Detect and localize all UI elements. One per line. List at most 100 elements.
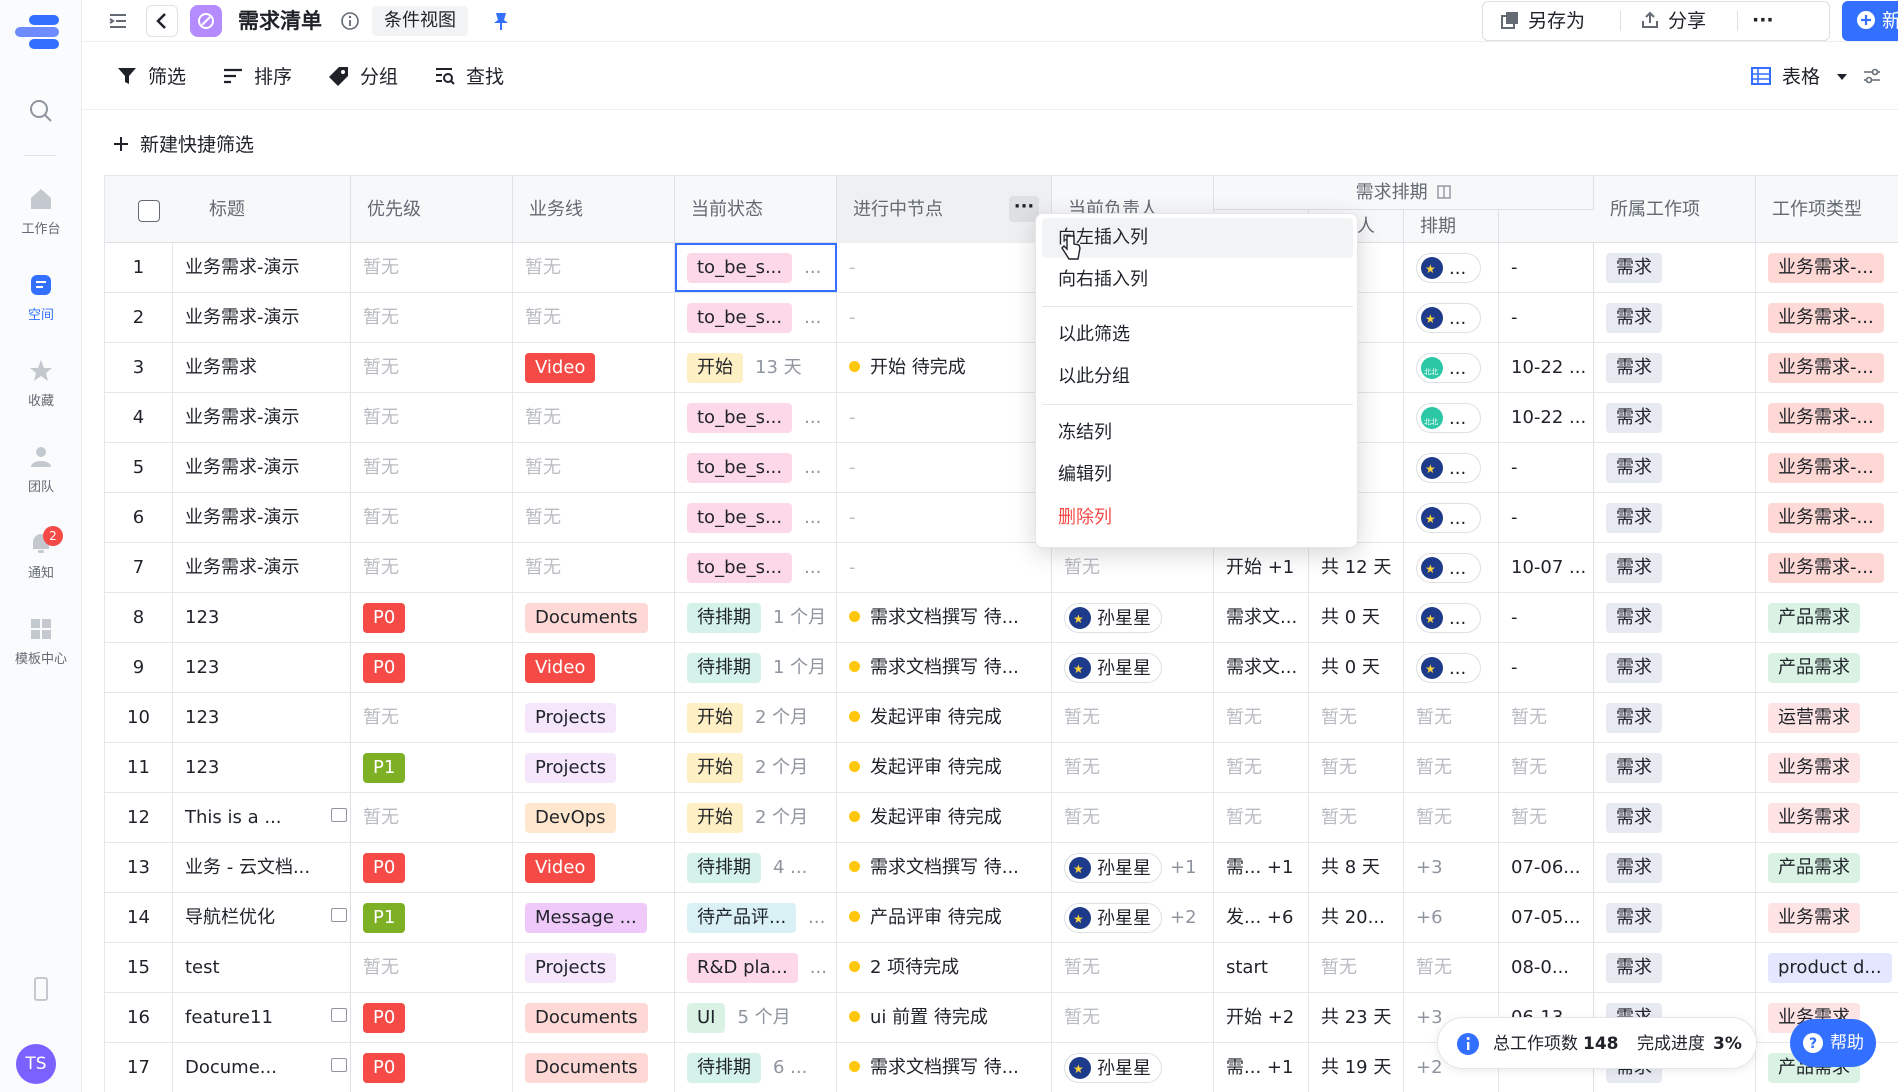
cell-node[interactable]: -	[837, 293, 1052, 342]
owner-chip[interactable]: 孙星星	[1064, 603, 1162, 634]
cell-schedule-owner[interactable]: +3	[1404, 843, 1499, 892]
table-row[interactable]: 5业务需求-演示暂无暂无to_be_s......-天...-需求业务需求-..…	[105, 443, 1898, 493]
table-row[interactable]: 3业务需求暂无Video开始13 天开始 待完成天...10-22 ...需求业…	[105, 343, 1898, 393]
cell-work-item[interactable]: 需求	[1594, 393, 1756, 442]
cell-node[interactable]: ui 前置 待完成	[837, 993, 1052, 1042]
cell-type[interactable]: 业务需求-...	[1756, 493, 1898, 542]
cell-status[interactable]: 待排期 1 个月	[675, 643, 837, 692]
cell-status[interactable]: R&D pla......	[675, 943, 837, 992]
select-all-checkbox[interactable]	[138, 200, 160, 222]
cell-priority[interactable]: 暂无	[351, 693, 513, 742]
cell-line[interactable]: Documents	[513, 1043, 675, 1092]
cell-type[interactable]: 业务需求-...	[1756, 393, 1898, 442]
cell-line[interactable]: Message ...	[513, 893, 675, 942]
row-number[interactable]: 3	[105, 343, 173, 392]
cell-node[interactable]: 产品评审 待完成	[837, 893, 1052, 942]
cell-priority[interactable]: 暂无	[351, 443, 513, 492]
cell-schedule-node[interactable]: 发... +6	[1214, 893, 1309, 942]
owner-chip[interactable]: 孙星星	[1064, 903, 1162, 934]
cell-schedule-owner[interactable]: 暂无	[1404, 793, 1499, 842]
cell-type[interactable]: 业务需求	[1756, 743, 1898, 792]
cell-title[interactable]: This is a ...	[173, 793, 351, 842]
table-row[interactable]: 13 业务 - 云文档... P0 Video 待排期 4 ... 需求文档撰写 待... 孙…	[105, 843, 1898, 893]
table-row[interactable]: 7业务需求-演示暂无暂无to_be_s......-暂无开始 +1共 12 天.…	[105, 543, 1898, 593]
schedule-owner-chip[interactable]: ...	[1416, 303, 1482, 334]
row-number[interactable]: 12	[105, 793, 173, 842]
cell-priority[interactable]: 暂无	[351, 943, 513, 992]
cell-node[interactable]: 需求文档撰写 待...	[837, 643, 1052, 692]
cell-node[interactable]: 发起评审 待完成	[837, 693, 1052, 742]
cell-schedule-node[interactable]: 暂无	[1214, 743, 1309, 792]
row-number[interactable]: 15	[105, 943, 173, 992]
cell-node[interactable]: 需求文档撰写 待...	[837, 1043, 1052, 1092]
rail-search[interactable]	[0, 98, 82, 130]
table-row[interactable]: 8 123 P0 Documents 待排期 1 个月 需求文档撰写 待... 孙星星 需求文.…	[105, 593, 1898, 643]
cell-node[interactable]: 2 项待完成	[837, 943, 1052, 992]
menu-insert-right[interactable]: 向右插入列	[1042, 260, 1353, 300]
cell-work-item[interactable]: 需求	[1594, 343, 1756, 392]
sort-button[interactable]: 排序	[222, 64, 292, 90]
cell-owner[interactable]: 孙星星	[1052, 1043, 1214, 1092]
info-icon[interactable]	[340, 11, 360, 31]
menu-filter-by[interactable]: 以此筛选	[1042, 315, 1353, 355]
cell-line[interactable]: DevOps	[513, 793, 675, 842]
menu-freeze[interactable]: 冻结列	[1042, 413, 1353, 453]
cell-line[interactable]: 暂无	[513, 293, 675, 342]
cell-schedule-days[interactable]: 共 8 天	[1309, 843, 1404, 892]
cell-title[interactable]: 业务需求	[173, 343, 351, 392]
cell-node[interactable]: 开始 待完成	[837, 343, 1052, 392]
cell-node[interactable]: 需求文档撰写 待...	[837, 593, 1052, 642]
cell-schedule-owner[interactable]: 暂无	[1404, 743, 1499, 792]
cell-schedule-date[interactable]: -	[1499, 293, 1594, 342]
cell-priority[interactable]: P0	[351, 843, 513, 892]
cell-schedule-owner[interactable]: 暂无	[1404, 693, 1499, 742]
cell-owner[interactable]: 孙星星	[1052, 593, 1214, 642]
cell-schedule-owner[interactable]: ...	[1404, 393, 1499, 442]
cell-type[interactable]: 业务需求	[1756, 893, 1898, 942]
cell-work-item[interactable]: 需求	[1594, 893, 1756, 942]
cell-schedule-date[interactable]: -	[1499, 593, 1594, 642]
cell-schedule-days[interactable]: 共 0 天	[1309, 643, 1404, 692]
row-number[interactable]: 1	[105, 243, 173, 292]
cell-schedule-date[interactable]: 暂无	[1499, 743, 1594, 792]
help-button[interactable]: ? 帮助	[1790, 1019, 1876, 1067]
menu-delete[interactable]: 删除列	[1042, 498, 1353, 538]
cell-node[interactable]: 发起评审 待完成	[837, 743, 1052, 792]
schedule-owner-chip[interactable]: ...	[1416, 453, 1482, 484]
cell-priority[interactable]: 暂无	[351, 543, 513, 592]
settings-slider-icon[interactable]	[1862, 66, 1882, 86]
cell-schedule-date[interactable]: 暂无	[1499, 793, 1594, 842]
sidebar-toggle-icon[interactable]	[108, 11, 128, 31]
table-row[interactable]: 11 123 P1 Projects 开始 2 个月 发起评审 待完成 暂无 暂无 暂无 暂无 暂无 需…	[105, 743, 1898, 793]
cell-node[interactable]: -	[837, 393, 1052, 442]
owner-chip[interactable]: 孙星星	[1064, 1053, 1162, 1084]
cell-schedule-owner[interactable]: ...	[1404, 443, 1499, 492]
cell-owner[interactable]: 暂无	[1052, 793, 1214, 842]
quick-filter-button[interactable]: 新建快捷筛选	[112, 130, 254, 157]
cell-title[interactable]: feature11	[173, 993, 351, 1042]
cell-type[interactable]: 业务需求-...	[1756, 293, 1898, 342]
cell-schedule-node[interactable]: start	[1214, 943, 1309, 992]
cell-priority[interactable]: 暂无	[351, 493, 513, 542]
cell-line[interactable]: 暂无	[513, 493, 675, 542]
cell-work-item[interactable]: 需求	[1594, 943, 1756, 992]
cell-owner[interactable]: 暂无	[1052, 943, 1214, 992]
cell-node[interactable]: -	[837, 543, 1052, 592]
cell-line[interactable]: Video	[513, 843, 675, 892]
rail-device[interactable]	[0, 976, 82, 1008]
cell-owner[interactable]: 暂无	[1052, 743, 1214, 792]
cell-title[interactable]: test	[173, 943, 351, 992]
rail-space[interactable]: 空间	[0, 272, 82, 323]
cell-schedule-node[interactable]: 暂无	[1214, 693, 1309, 742]
cell-title[interactable]: 业务需求-演示	[173, 443, 351, 492]
cell-work-item[interactable]: 需求	[1594, 843, 1756, 892]
table-row[interactable]: 2业务需求-演示暂无暂无to_be_s......-天...-需求业务需求-..…	[105, 293, 1898, 343]
cell-line[interactable]: Documents	[513, 993, 675, 1042]
row-number[interactable]: 16	[105, 993, 173, 1042]
cell-status[interactable]: 开始 2 个月	[675, 693, 837, 742]
cell-node[interactable]: 需求文档撰写 待...	[837, 843, 1052, 892]
cell-schedule-node[interactable]: 暂无	[1214, 793, 1309, 842]
cell-schedule-date[interactable]: 10-07 ...	[1499, 543, 1594, 592]
cell-work-item[interactable]: 需求	[1594, 593, 1756, 642]
group-button[interactable]: 分组	[328, 64, 398, 90]
